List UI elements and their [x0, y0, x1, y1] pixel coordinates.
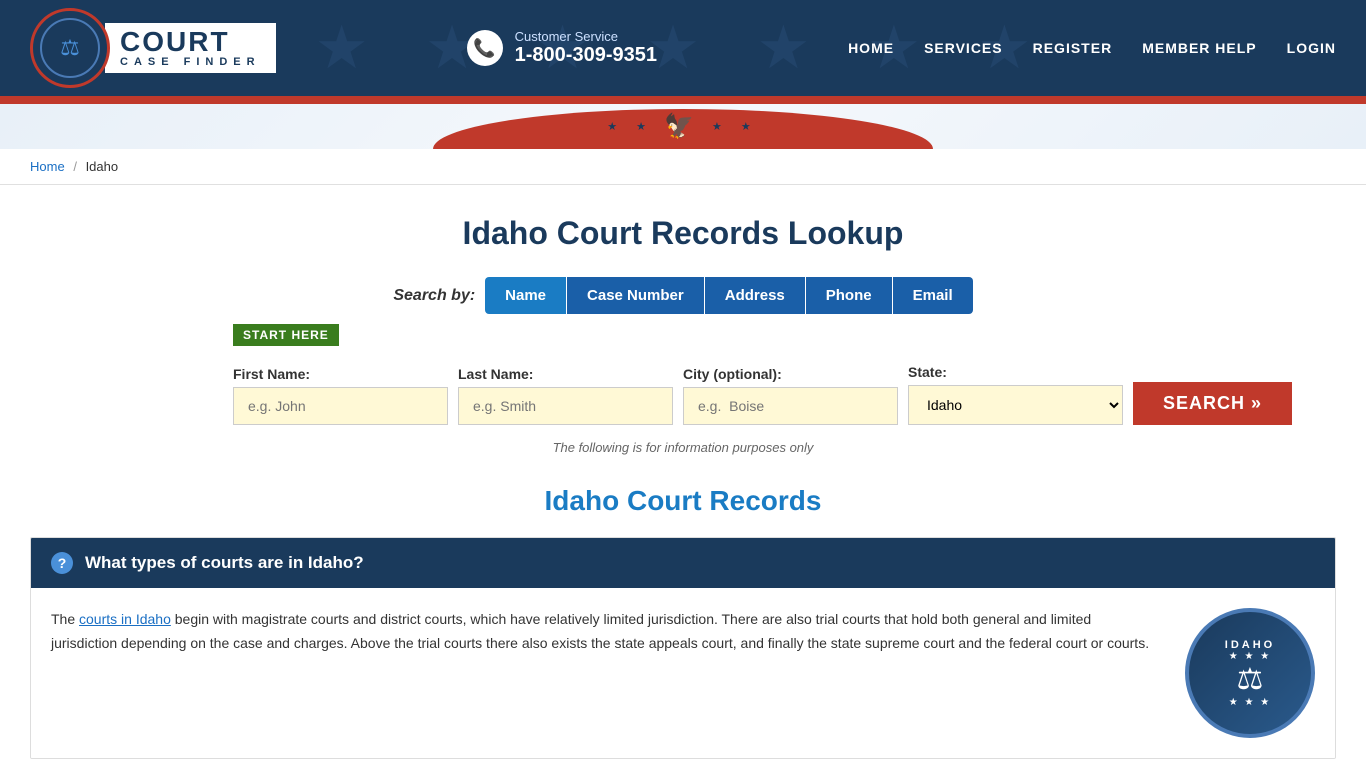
breadcrumb-separator: / [73, 159, 77, 174]
last-name-input[interactable] [458, 387, 673, 425]
search-button[interactable]: SEARCH » [1133, 382, 1292, 425]
accordion-icon: ? [51, 552, 73, 574]
state-select[interactable]: Idaho Alabama Alaska Arizona Arkansas Ca… [908, 385, 1123, 425]
logo-court-text: COURT [120, 28, 230, 56]
tab-case-number[interactable]: Case Number [567, 277, 705, 314]
search-form-container: START HERE First Name: Last Name: City (… [233, 324, 1133, 440]
breadcrumb-home[interactable]: Home [30, 159, 65, 174]
search-by-row: Search by: Name Case Number Address Phon… [30, 277, 1336, 314]
accordion: ? What types of courts are in Idaho? The… [30, 537, 1336, 759]
cs-phone: 1-800-309-9351 [515, 44, 657, 67]
customer-service-area: 📞 Customer Service 1-800-309-9351 [467, 29, 657, 67]
start-here-badge: START HERE [233, 324, 339, 346]
idaho-seal-scales-icon: ⚖ [1237, 662, 1264, 697]
idaho-seal-label: IDAHO [1225, 639, 1275, 651]
accordion-text-before-link: The [51, 611, 79, 627]
breadcrumb-current: Idaho [86, 159, 119, 174]
site-header: ★ ★ ★ ★ ★ ★ ★ ⚖ COURT CASE FINDER 📞 Cust… [0, 0, 1366, 96]
idaho-seal: IDAHO ★ ★ ★ ⚖ ★ ★ ★ [1185, 608, 1315, 738]
stars-right: ★ ★ [712, 120, 759, 133]
logo-badge-inner: ⚖ [40, 18, 100, 78]
cs-text: Customer Service 1-800-309-9351 [515, 29, 657, 67]
red-banner [0, 96, 1366, 104]
main-content: Idaho Court Records Lookup Search by: Na… [0, 185, 1366, 779]
nav-home[interactable]: HOME [848, 40, 894, 56]
accordion-text: The courts in Idaho begin with magistrat… [51, 608, 1155, 656]
accordion-header[interactable]: ? What types of courts are in Idaho? [31, 538, 1335, 588]
cs-label: Customer Service [515, 29, 657, 44]
nav-login[interactable]: LOGIN [1287, 40, 1336, 56]
last-name-group: Last Name: [458, 366, 673, 425]
search-form-wrapper: START HERE First Name: Last Name: City (… [233, 324, 1133, 440]
nav-register[interactable]: REGISTER [1033, 40, 1113, 56]
tab-name[interactable]: Name [485, 277, 567, 314]
first-name-group: First Name: [233, 366, 448, 425]
info-note: The following is for information purpose… [30, 440, 1336, 455]
nav-member-help[interactable]: MEMBER HELP [1142, 40, 1256, 56]
eagle-content: ★ ★ 🦅 ★ ★ [607, 112, 758, 141]
logo-case-finder-text: CASE FINDER [120, 56, 261, 68]
main-nav: HOME SERVICES REGISTER MEMBER HELP LOGIN [848, 40, 1336, 56]
city-group: City (optional): [683, 366, 898, 425]
idaho-seal-stars: ★ ★ ★ [1229, 651, 1271, 662]
state-label: State: [908, 364, 1123, 380]
page-title: Idaho Court Records Lookup [30, 215, 1336, 252]
first-name-label: First Name: [233, 366, 448, 382]
breadcrumb: Home / Idaho [0, 149, 1366, 185]
tab-phone[interactable]: Phone [806, 277, 893, 314]
logo-text-area: COURT CASE FINDER [105, 23, 276, 73]
accordion-body: The courts in Idaho begin with magistrat… [31, 588, 1335, 758]
accordion-title: What types of courts are in Idaho? [85, 553, 364, 573]
first-name-input[interactable] [233, 387, 448, 425]
state-group: State: Idaho Alabama Alaska Arizona Arka… [908, 364, 1123, 425]
search-form: First Name: Last Name: City (optional): … [233, 364, 1133, 425]
phone-icon: 📞 [467, 30, 503, 66]
courts-in-idaho-link[interactable]: courts in Idaho [79, 611, 171, 627]
section-title: Idaho Court Records [30, 485, 1336, 517]
stars-left: ★ ★ [607, 120, 654, 133]
eagle-banner: ★ ★ 🦅 ★ ★ [0, 104, 1366, 149]
city-input[interactable] [683, 387, 898, 425]
last-name-label: Last Name: [458, 366, 673, 382]
nav-services[interactable]: SERVICES [924, 40, 1003, 56]
search-by-label: Search by: [393, 287, 475, 305]
tab-address[interactable]: Address [705, 277, 806, 314]
accordion-text-after-link: begin with magistrate courts and distric… [51, 611, 1149, 651]
logo-area: ⚖ COURT CASE FINDER [30, 8, 276, 88]
logo-badge: ⚖ [30, 8, 110, 88]
eagle-symbol: 🦅 [664, 112, 702, 141]
idaho-seal-stars-bottom: ★ ★ ★ [1229, 697, 1271, 708]
city-label: City (optional): [683, 366, 898, 382]
scales-icon: ⚖ [60, 35, 80, 61]
tab-email[interactable]: Email [893, 277, 973, 314]
